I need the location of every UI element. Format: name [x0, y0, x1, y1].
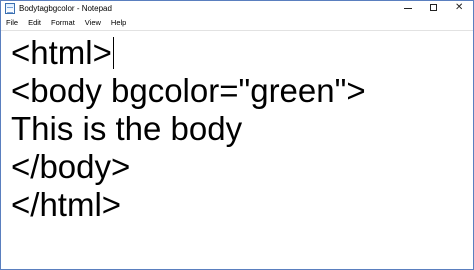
maximize-icon	[430, 4, 437, 11]
maximize-button[interactable]	[421, 1, 447, 16]
window-controls: ✕	[395, 1, 473, 16]
text-editor[interactable]: <html> <body bgcolor="green"> This is th…	[1, 30, 473, 269]
window-title: Bodytagbgcolor - Notepad	[19, 4, 112, 13]
minimize-icon	[404, 8, 412, 9]
editor-line: <html>	[11, 34, 114, 72]
editor-line-text: This is the body	[11, 110, 243, 147]
title-bar[interactable]: Bodytagbgcolor - Notepad ✕	[1, 1, 473, 16]
close-icon: ✕	[455, 2, 464, 13]
editor-line: <body bgcolor="green">	[11, 72, 366, 110]
editor-line-text: <body bgcolor="green">	[11, 72, 366, 109]
notepad-icon	[5, 3, 15, 14]
menu-bar: File Edit Format View Help	[1, 16, 473, 30]
editor-line: </body>	[11, 148, 130, 186]
menu-view[interactable]: View	[80, 16, 106, 30]
minimize-button[interactable]	[395, 1, 421, 16]
notepad-window: Bodytagbgcolor - Notepad ✕ File Edit For…	[0, 0, 474, 270]
menu-edit[interactable]: Edit	[23, 16, 46, 30]
editor-line-text: <html>	[11, 34, 112, 71]
menu-format[interactable]: Format	[46, 16, 80, 30]
editor-line: This is the body	[11, 110, 242, 148]
close-button[interactable]: ✕	[447, 1, 473, 16]
editor-line-text: </body>	[11, 148, 131, 185]
menu-help[interactable]: Help	[106, 16, 131, 30]
text-caret	[112, 37, 114, 69]
menu-file[interactable]: File	[1, 16, 23, 30]
editor-line: </html>	[11, 186, 121, 224]
editor-line-text: </html>	[11, 186, 122, 223]
